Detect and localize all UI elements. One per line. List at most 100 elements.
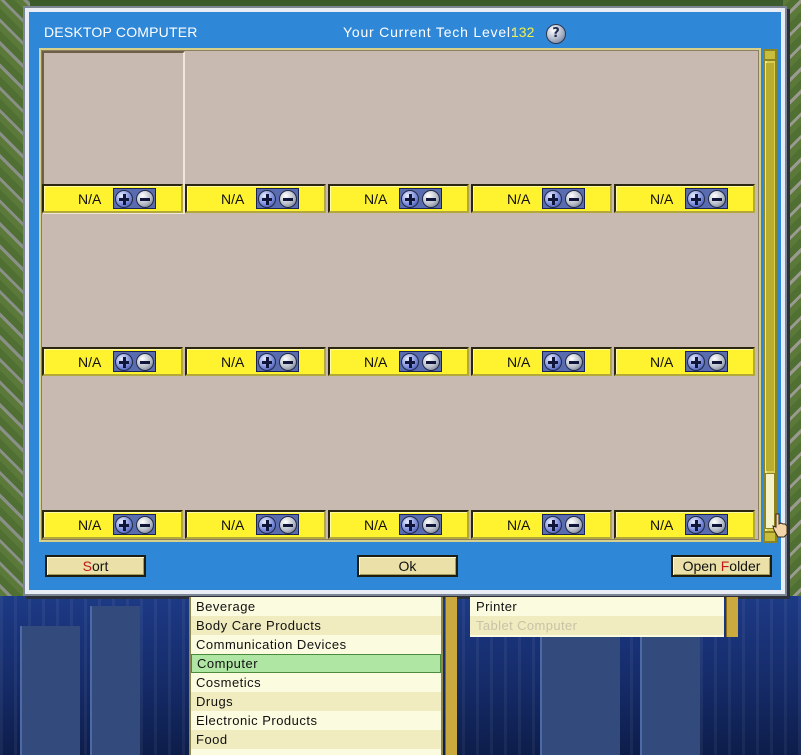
product-slot-label: N/A [507, 354, 531, 370]
hand-cursor-icon [772, 513, 788, 538]
product-slot[interactable]: N/A [471, 214, 614, 377]
plus-icon[interactable] [258, 189, 277, 208]
quantity-stepper [542, 351, 585, 372]
product-slot[interactable]: N/A [185, 51, 328, 214]
plus-icon[interactable] [115, 189, 134, 208]
quantity-stepper [113, 351, 156, 372]
product-slot-bar: N/A [42, 184, 183, 213]
product-slot[interactable]: N/A [42, 51, 185, 214]
scroll-track[interactable] [766, 63, 774, 471]
plus-icon[interactable] [687, 189, 706, 208]
product-slot-label: N/A [364, 354, 388, 370]
plus-icon[interactable] [544, 352, 563, 371]
product-slot-bar: N/A [185, 510, 326, 539]
product-slot-label: N/A [650, 354, 674, 370]
quantity-stepper [542, 514, 585, 535]
quantity-stepper [399, 351, 442, 372]
product-slot-label: N/A [221, 354, 245, 370]
open-folder-button[interactable]: Open Folder [671, 555, 772, 577]
subcategory-list: Printer Tablet Computer [470, 597, 724, 637]
scroll-up-button[interactable] [765, 51, 775, 61]
product-slot-label: N/A [507, 517, 531, 533]
product-slot[interactable]: N/A [42, 214, 185, 377]
minus-icon[interactable] [564, 352, 583, 371]
quantity-stepper [399, 188, 442, 209]
dialog-title-bar: DESKTOP COMPUTER Your Current Tech Level… [29, 12, 781, 50]
product-slot-bar: N/A [328, 347, 469, 376]
quantity-stepper [399, 514, 442, 535]
minus-icon[interactable] [135, 515, 154, 534]
list-item-selected[interactable]: Computer [191, 654, 441, 673]
tech-level-label: Your Current Tech Level: [343, 24, 516, 40]
product-slot-bar: N/A [471, 347, 612, 376]
sort-button[interactable]: Sort [45, 555, 146, 577]
quantity-stepper [113, 188, 156, 209]
quantity-stepper [256, 351, 299, 372]
plus-icon[interactable] [401, 189, 420, 208]
plus-icon[interactable] [544, 189, 563, 208]
minus-icon[interactable] [421, 352, 440, 371]
grid-scrollbar[interactable] [763, 49, 777, 543]
minus-icon[interactable] [564, 189, 583, 208]
plus-icon[interactable] [115, 352, 134, 371]
category-list: Beverage Body Care Products Communicatio… [189, 597, 443, 755]
list-item[interactable]: Body Care Products [191, 616, 441, 635]
plus-icon[interactable] [115, 515, 134, 534]
product-slot[interactable]: N/A [185, 214, 328, 377]
product-slot[interactable]: N/A [471, 51, 614, 214]
minus-icon[interactable] [135, 189, 154, 208]
product-slot-label: N/A [221, 517, 245, 533]
help-icon[interactable]: ? [546, 24, 566, 44]
plus-icon[interactable] [258, 515, 277, 534]
plus-icon[interactable] [401, 352, 420, 371]
sort-hotkey: S [82, 558, 92, 574]
product-slot[interactable]: N/A [614, 214, 757, 377]
plus-icon[interactable] [258, 352, 277, 371]
product-slot-bar: N/A [471, 510, 612, 539]
minus-icon[interactable] [707, 189, 726, 208]
product-slot[interactable]: N/A [328, 377, 471, 540]
product-slot-bar: N/A [42, 347, 183, 376]
list-item[interactable]: Communication Devices [191, 635, 441, 654]
product-slot[interactable]: N/A [328, 51, 471, 214]
open-folder-hotkey: F [720, 558, 730, 574]
plus-icon[interactable] [687, 352, 706, 371]
minus-icon[interactable] [278, 515, 297, 534]
subcategory-list-scrollbar[interactable] [726, 597, 738, 637]
product-slot[interactable]: N/A [471, 377, 614, 540]
product-slot[interactable]: N/A [185, 377, 328, 540]
list-item[interactable]: Drugs [191, 692, 441, 711]
product-grid: N/A N/A N/A N/A N/A N/A N/A N/A N/A N/A N/A N/A N/A N… [39, 48, 761, 542]
product-slot[interactable]: N/A [614, 377, 757, 540]
product-slot[interactable]: N/A [328, 214, 471, 377]
sort-label: ort [92, 558, 109, 574]
quantity-stepper [256, 514, 299, 535]
background-building [20, 626, 80, 755]
product-slot[interactable]: N/A [42, 377, 185, 540]
minus-icon[interactable] [564, 515, 583, 534]
product-slot-bar: N/A [185, 184, 326, 213]
minus-icon[interactable] [421, 189, 440, 208]
product-slot-label: N/A [78, 517, 102, 533]
minus-icon[interactable] [707, 352, 726, 371]
plus-icon[interactable] [544, 515, 563, 534]
list-item[interactable]: Food [191, 730, 441, 749]
minus-icon[interactable] [278, 189, 297, 208]
product-slot[interactable]: N/A [614, 51, 757, 214]
list-item[interactable]: Cosmetics [191, 673, 441, 692]
minus-icon[interactable] [135, 352, 154, 371]
plus-icon[interactable] [687, 515, 706, 534]
ok-button[interactable]: Ok [357, 555, 458, 577]
plus-icon[interactable] [401, 515, 420, 534]
list-item[interactable]: Electronic Products [191, 711, 441, 730]
minus-icon[interactable] [707, 515, 726, 534]
product-slot-bar: N/A [42, 510, 183, 539]
minus-icon[interactable] [278, 352, 297, 371]
quantity-stepper [256, 188, 299, 209]
list-item[interactable]: Printer [470, 597, 724, 616]
category-list-scrollbar[interactable] [445, 597, 457, 755]
minus-icon[interactable] [421, 515, 440, 534]
product-slot-label: N/A [78, 354, 102, 370]
product-slot-label: N/A [364, 517, 388, 533]
list-item[interactable]: Beverage [191, 597, 441, 616]
